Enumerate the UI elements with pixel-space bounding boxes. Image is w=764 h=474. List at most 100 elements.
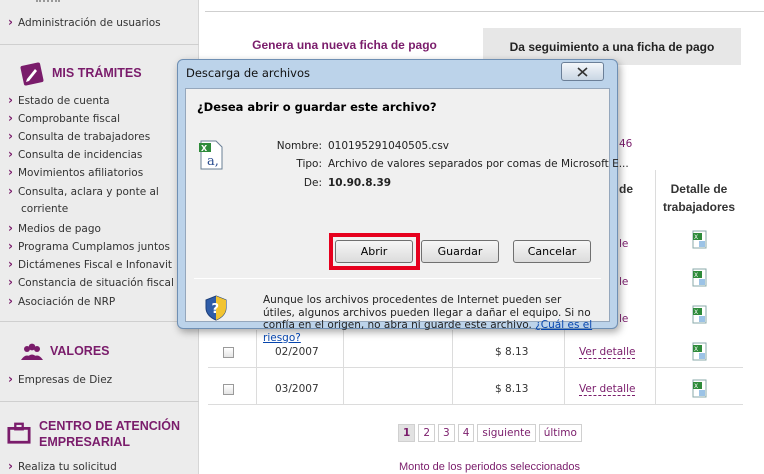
briefcase-icon [7, 422, 31, 444]
security-warning: Aunque los archivos procedentes de Inter… [263, 294, 593, 344]
row-amount: $ 8.13 [495, 383, 529, 395]
sidebar-item-cumplamos-juntos[interactable]: › Programa Cumplamos juntos [8, 238, 170, 255]
sidebar-item-label: Consulta, aclara y ponte al corriente [17, 186, 159, 215]
sidebar-divider [0, 44, 199, 45]
sidebar-item-movimientos-afiliatorios[interactable]: › Movimientos afiliatorios [8, 164, 143, 181]
sidebar-item-label: Constancia de situación fiscal [17, 277, 174, 289]
chevron-right-icon: › [8, 221, 13, 235]
sidebar-item-dictamenes[interactable]: › Dictámenes Fiscal e Infonavit [8, 256, 172, 273]
section-valores: VALORES [0, 336, 199, 376]
ver-detalle-link[interactable]: Ver detalle [579, 346, 636, 359]
row-period: 03/2007 [275, 383, 319, 395]
cancel-button[interactable]: Cancelar [513, 240, 591, 263]
chevron-right-icon: › [8, 294, 13, 308]
svg-text:a,: a, [207, 154, 219, 169]
ver-detalle-link-stub[interactable]: le [619, 238, 628, 250]
from-label: De: [303, 177, 322, 189]
sidebar-item-label: Medios de pago [17, 223, 101, 235]
save-button[interactable]: Guardar [421, 240, 499, 263]
chevron-right-icon: › [8, 459, 13, 473]
sidebar-item-label: Movimientos afiliatorios [17, 167, 144, 179]
section-title: MIS TRÁMITES [52, 66, 142, 80]
chevron-right-icon: › [8, 129, 13, 143]
chevron-right-icon: › [8, 147, 13, 161]
svg-text:X: X [694, 272, 698, 279]
dialog-title: Descarga de archivos [186, 66, 311, 80]
section-title-line1: CENTRO DE ATENCIÓN [39, 419, 180, 433]
svg-text:X: X [694, 309, 698, 316]
sidebar-item-medios-pago[interactable]: › Medios de pago [8, 220, 101, 237]
people-icon [21, 343, 43, 360]
file-type-value: Archivo de valores separados por comas d… [328, 158, 629, 170]
file-name-value: 010195291040505.csv [328, 140, 450, 152]
page-2-button[interactable]: 2 [418, 424, 435, 442]
section-title: CENTRO DE ATENCIÓN EMPRESARIAL [39, 418, 180, 450]
section-centro-atencion: CENTRO DE ATENCIÓN EMPRESARIAL [0, 412, 199, 458]
csv-file-icon: X a, [199, 140, 223, 170]
page-4-button[interactable]: 4 [457, 424, 475, 442]
sidebar-item-consulta-aclara[interactable]: › Consulta, aclara y ponte al corriente [8, 183, 188, 218]
chevron-right-icon: › [8, 93, 13, 107]
sidebar-item-realiza-solicitud[interactable]: › Realiza tu solicitud [8, 458, 117, 474]
chevron-right-icon: › [8, 257, 13, 271]
dialog-question: ¿Desea abrir o guardar este archivo? [197, 100, 437, 114]
sidebar-item-label: Estado de cuenta [17, 95, 110, 107]
sidebar-item-empresas-diez[interactable]: › Empresas de Diez [8, 371, 112, 388]
next-page-button[interactable]: siguiente [477, 424, 536, 442]
page-3-button[interactable]: 3 [438, 424, 455, 442]
type-label: Tipo: [296, 158, 322, 170]
section-title: VALORES [50, 344, 110, 358]
sidebar-item-asociacion-nrp[interactable]: › Asociación de NRP [8, 293, 115, 310]
sidebar-item-label: Empresas de Diez [17, 374, 113, 386]
column-header-line1: Detalle de [670, 182, 728, 196]
sidebar: › Administración de usuarios MIS TRÁMITES… [0, 0, 199, 474]
chevron-right-icon: › [8, 165, 13, 179]
sidebar-item-label: Dictámenes Fiscal e Infonavit [17, 259, 173, 271]
highlight-box [329, 233, 420, 270]
last-page-button[interactable]: último [538, 424, 582, 442]
svg-text:X: X [694, 234, 698, 241]
sidebar-item-label: Administración de usuarios [17, 17, 161, 29]
sidebar-item-label: Comprobante fiscal [17, 113, 120, 125]
page-1-button[interactable]: 1 [398, 424, 416, 442]
dialog-body: ¿Desea abrir o guardar este archivo? X a… [185, 88, 629, 344]
row-checkbox[interactable] [223, 347, 234, 358]
chevron-right-icon: › [8, 275, 13, 289]
section-title-line2: EMPRESARIAL [39, 435, 130, 449]
ver-detalle-link-stub[interactable]: le [619, 276, 628, 288]
column-header-detalle-trabajadores: Detalle de trabajadores [655, 180, 743, 216]
chevron-right-icon: › [8, 111, 13, 125]
excel-file-icon[interactable]: X [691, 230, 708, 249]
ver-detalle-link-stub[interactable]: le [619, 313, 628, 325]
sidebar-item-estado-cuenta[interactable]: › Estado de cuenta [8, 92, 110, 109]
sidebar-item-administracion-usuarios[interactable]: › Administración de usuarios [8, 14, 161, 31]
chevron-right-icon: › [8, 15, 13, 29]
pagination: 1 2 3 4 siguiente último [398, 424, 582, 442]
pencil-icon [20, 62, 44, 86]
table-row: 03/2007 $ 8.13 Ver detalle [208, 371, 743, 407]
column-header-line2: trabajadores [662, 200, 736, 214]
ver-detalle-link[interactable]: Ver detalle [579, 383, 636, 396]
excel-file-icon[interactable]: X [691, 268, 708, 287]
sidebar-divider [0, 401, 199, 402]
partial-number: 46 [619, 138, 633, 150]
chevron-right-icon: › [8, 239, 13, 253]
sidebar-item-label: Consulta de trabajadores [17, 131, 151, 143]
excel-file-icon[interactable]: X [691, 305, 708, 324]
top-divider [205, 11, 764, 12]
sidebar-item-label: Realiza tu solicitud [17, 461, 117, 473]
sidebar-item-consulta-trabajadores[interactable]: › Consulta de trabajadores [8, 128, 150, 145]
shield-question-icon: ? [205, 295, 227, 321]
column-header-partial: de [619, 182, 634, 196]
sidebar-item-comprobante-fiscal[interactable]: › Comprobante fiscal [8, 110, 120, 127]
sidebar-item-label: Consulta de incidencias [17, 149, 143, 161]
monto-label: Monto de los periodos seleccionados [399, 461, 581, 473]
sidebar-item-constancia-situacion[interactable]: › Constancia de situación fiscal [8, 274, 174, 291]
row-checkbox[interactable] [223, 384, 234, 395]
sidebar-item-label: Asociación de NRP [17, 296, 116, 308]
name-label: Nombre: [276, 140, 322, 152]
close-button[interactable] [561, 62, 604, 81]
svg-text:X: X [201, 144, 208, 153]
close-icon [577, 66, 588, 77]
sidebar-item-consulta-incidencias[interactable]: › Consulta de incidencias [8, 146, 142, 163]
